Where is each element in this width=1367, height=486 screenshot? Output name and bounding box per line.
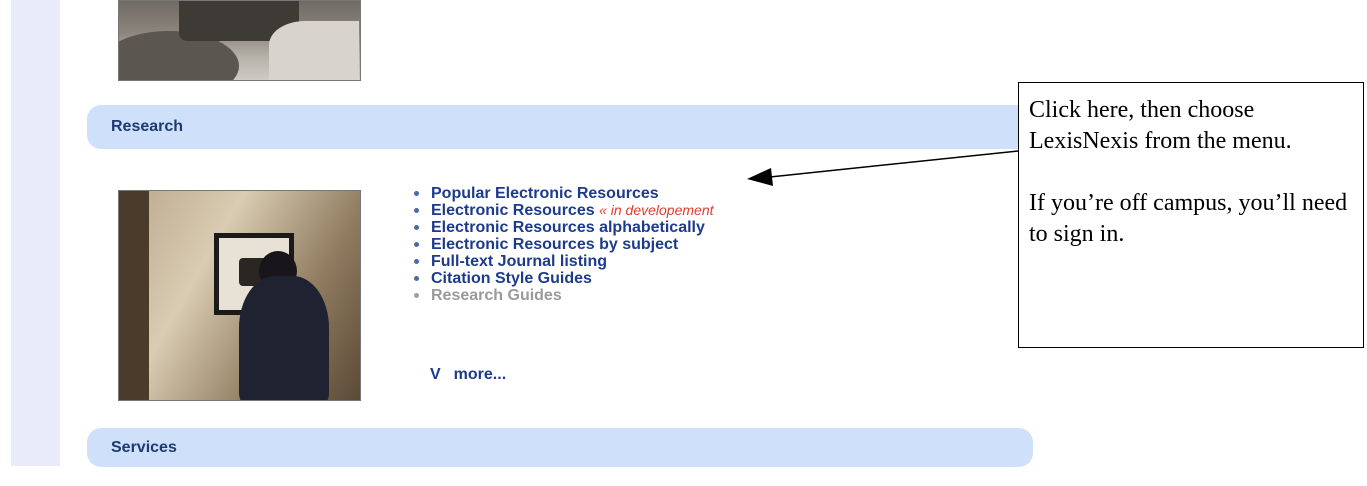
arrow-head-icon — [747, 168, 773, 186]
arrow-line — [769, 150, 1019, 178]
callout-arrow — [747, 150, 1019, 186]
